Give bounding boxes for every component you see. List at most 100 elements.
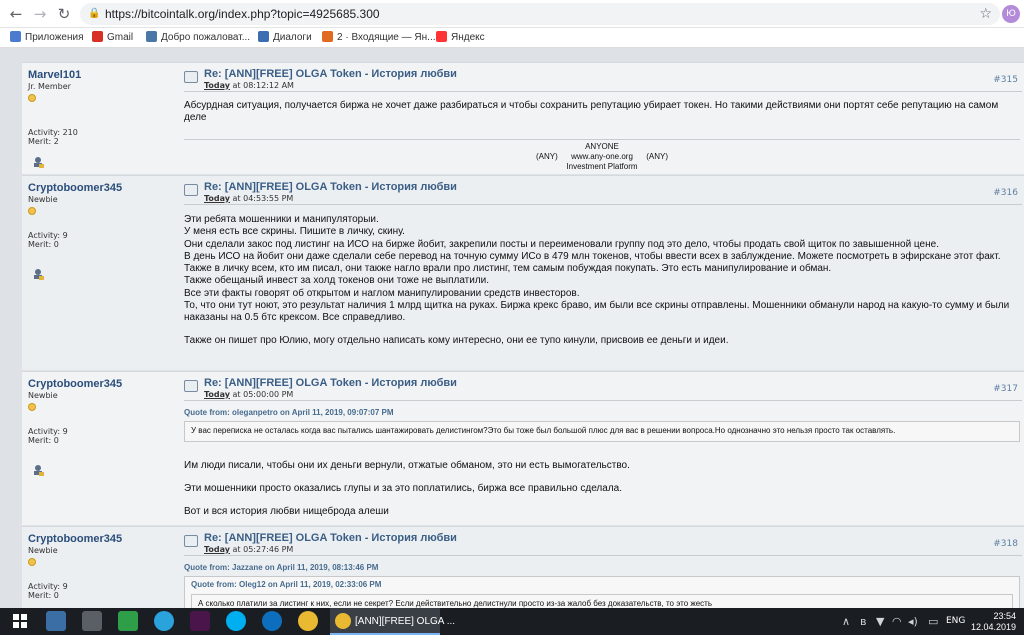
post-header: Re: [ANN][FREE] OLGA Token - История люб… [184,181,1022,205]
battery-icon[interactable]: ▭ [928,608,938,635]
bookmark-apps[interactable]: Приложения [10,31,84,45]
taskbar-active-window[interactable]: [ANN][FREE] OLGA ... [330,608,455,635]
post-timestamp: Today at 05:00:00 PM [204,390,294,399]
poster-username[interactable]: Cryptoboomer345 [28,533,178,545]
poster-activity: Activity: 9 [28,427,68,436]
poster-rank: Newbie [28,195,58,204]
quote-block: Quote from: Oleg12 on April 11, 2019, 02… [184,576,1020,608]
poster-info: Marvel101 Jr. Member Activity: 210 Merit… [28,69,178,146]
bookmark-yandex[interactable]: Яндекс [436,31,485,45]
post-title-link[interactable]: Re: [ANN][FREE] OLGA Token - История люб… [204,181,457,193]
poster-info: Cryptoboomer345 Newbie Activity: 9 Merit… [28,182,178,249]
bookmark-gmail[interactable]: Gmail [92,31,133,45]
post-header: Re: [ANN][FREE] OLGA Token - История люб… [184,68,1022,92]
poster-rank: Newbie [28,391,58,400]
rank-coin-icon [28,207,36,215]
post-title-link[interactable]: Re: [ANN][FREE] OLGA Token - История люб… [204,532,457,544]
inner-quote-header-link[interactable]: Quote from: Oleg12 on April 11, 2019, 02… [191,579,1013,591]
wifi-icon[interactable]: ◠ [892,608,902,635]
skype-icon[interactable] [226,611,246,631]
tray-app-icon[interactable]: ▼ [876,608,884,635]
telegram-icon[interactable] [154,611,174,631]
bookmark-star-icon[interactable]: ☆ [979,3,992,25]
taskbar-clock[interactable]: 23:54 12.04.2019 [971,611,1016,633]
poster-merit: Merit: 2 [28,137,59,146]
post-timestamp: Today at 08:12:12 AM [204,81,294,90]
poster-rank: Jr. Member [28,82,71,91]
post-body: Абсурдная ситуация, получается биржа не … [184,100,999,124]
rank-coin-icon [28,403,36,411]
post-icon [184,184,198,196]
show-hidden-icons-icon[interactable]: ∧ [842,608,850,635]
profile-avatar[interactable]: Ю [1002,5,1020,23]
browser-toolbar: ← → ↻ 🔒 https://bitcointalk.org/index.ph… [0,0,1024,28]
poster-info: Cryptoboomer345 Newbie Activity: 9 Merit… [28,378,178,445]
windows-start-icon[interactable] [10,611,30,631]
bookmarks-bar: Приложения Gmail Добро пожаловат... Диал… [0,28,1024,48]
profile-icon[interactable] [32,268,44,280]
post-timestamp: Today at 04:53:55 PM [204,194,294,203]
chrome-window-icon [335,613,351,629]
inner-quote-block: А сколько платили за листинг к них, если… [191,593,1013,608]
post-body: Quote from: Jazzane on April 11, 2019, 0… [184,562,1020,608]
bookmark-dialogs[interactable]: Диалоги [258,31,312,45]
post-number[interactable]: #316 [993,188,1018,198]
slack-icon[interactable] [190,611,210,631]
apps-grid-icon [10,31,21,42]
post-signature: ANYONE (ANY) www.any-one.org (ANY) Inves… [184,139,1020,172]
teamviewer-icon[interactable] [262,611,282,631]
mail-icon [322,31,333,42]
quote-header-link[interactable]: Quote from: Jazzane on April 11, 2019, 0… [184,562,1020,574]
forum-post: Cryptoboomer345 Newbie Activity: 9 Merit… [22,175,1024,370]
bluetooth-icon[interactable]: ʙ [860,608,866,635]
post-title-link[interactable]: Re: [ANN][FREE] OLGA Token - История люб… [204,68,457,80]
chrome-icon[interactable] [298,611,318,631]
poster-info: Cryptoboomer345 Newbie Activity: 9 Merit… [28,533,178,600]
post-number[interactable]: #315 [993,75,1018,85]
bookmark-yandex-mail[interactable]: 2 · Входящие — Ян... [322,31,436,45]
notepad-icon[interactable] [46,611,66,631]
gmail-icon [92,31,103,42]
post-header: Re: [ANN][FREE] OLGA Token - История люб… [184,377,1022,401]
forward-arrow-icon[interactable]: → [30,4,50,24]
language-indicator[interactable]: ENG [946,608,965,635]
quote-header-link[interactable]: Quote from: oleganpetro on April 11, 201… [184,407,1020,419]
post-icon [184,71,198,83]
post-icon [184,380,198,392]
yandex-icon [436,31,447,42]
poster-merit: Merit: 0 [28,436,59,445]
post-body: Quote from: oleganpetro on April 11, 201… [184,407,1020,518]
calculator-icon[interactable] [82,611,102,631]
post-header: Re: [ANN][FREE] OLGA Token - История люб… [184,532,1022,556]
profile-icon[interactable] [32,156,44,168]
forum-post: Cryptoboomer345 Newbie Activity: 9 Merit… [22,526,1024,608]
profile-icon[interactable] [32,464,44,476]
forum-post: Marvel101 Jr. Member Activity: 210 Merit… [22,62,1024,174]
chat-icon [258,31,269,42]
post-icon [184,535,198,547]
poster-username[interactable]: Marvel101 [28,69,178,81]
post-title-link[interactable]: Re: [ANN][FREE] OLGA Token - История люб… [204,377,457,389]
volume-icon[interactable]: ◂) [908,608,918,635]
quote-block: У вас переписка не осталась когда вас пы… [184,421,1020,442]
back-arrow-icon[interactable]: ← [6,4,26,24]
lock-icon: 🔒 [88,8,101,19]
post-number[interactable]: #318 [993,539,1018,549]
bookmark-vk[interactable]: Добро пожаловат... [146,31,250,45]
post-number[interactable]: #317 [993,384,1018,394]
poster-merit: Merit: 0 [28,240,59,249]
forum-thread: Marvel101 Jr. Member Activity: 210 Merit… [0,48,1024,608]
poster-username[interactable]: Cryptoboomer345 [28,182,178,194]
poster-activity: Activity: 9 [28,582,68,591]
rank-coin-icon [28,94,36,102]
address-bar[interactable]: 🔒 https://bitcointalk.org/index.php?topi… [80,3,1000,25]
camtasia-icon[interactable] [118,611,138,631]
post-body: Эти ребята мошенники и манипуляторыи. У … [184,214,1010,346]
poster-activity: Activity: 9 [28,231,68,240]
poster-rank: Newbie [28,546,58,555]
reload-icon[interactable]: ↻ [54,4,74,24]
rank-coin-icon [28,558,36,566]
forum-post: Cryptoboomer345 Newbie Activity: 9 Merit… [22,371,1024,525]
poster-username[interactable]: Cryptoboomer345 [28,378,178,390]
post-timestamp: Today at 05:27:46 PM [204,545,294,554]
